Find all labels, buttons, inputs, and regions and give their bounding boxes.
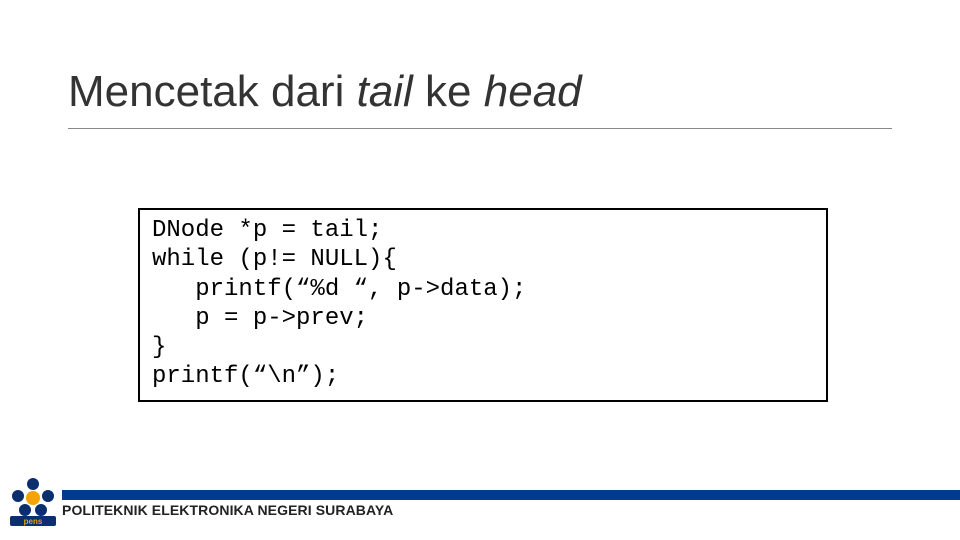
title-text-mid: ke [413,67,484,116]
title-underline [68,128,892,129]
svg-text:pens: pens [24,517,43,526]
code-line-6: printf(“\n”); [152,363,339,390]
code-line-4: p = p->prev; [152,305,368,332]
slide-title: Mencetak dari tail ke head [68,68,892,122]
code-line-5: } [152,334,166,361]
code-line-1: DNode *p = tail; [152,217,382,244]
title-italic-tail: tail [357,67,413,116]
code-block: DNode *p = tail; while (p!= NULL){ print… [138,208,828,402]
code-line-3: printf(“%d “, p->data); [152,276,526,303]
code-line-2: while (p!= NULL){ [152,246,397,273]
pens-logo-icon: pens [4,470,62,528]
slide-title-block: Mencetak dari tail ke head [68,68,892,129]
title-italic-head: head [484,67,582,116]
footer-accent-bar [62,490,960,500]
footer-institution: POLITEKNIK ELEKTRONIKA NEGERI SURABAYA [62,502,393,518]
title-text-pre: Mencetak dari [68,67,357,116]
